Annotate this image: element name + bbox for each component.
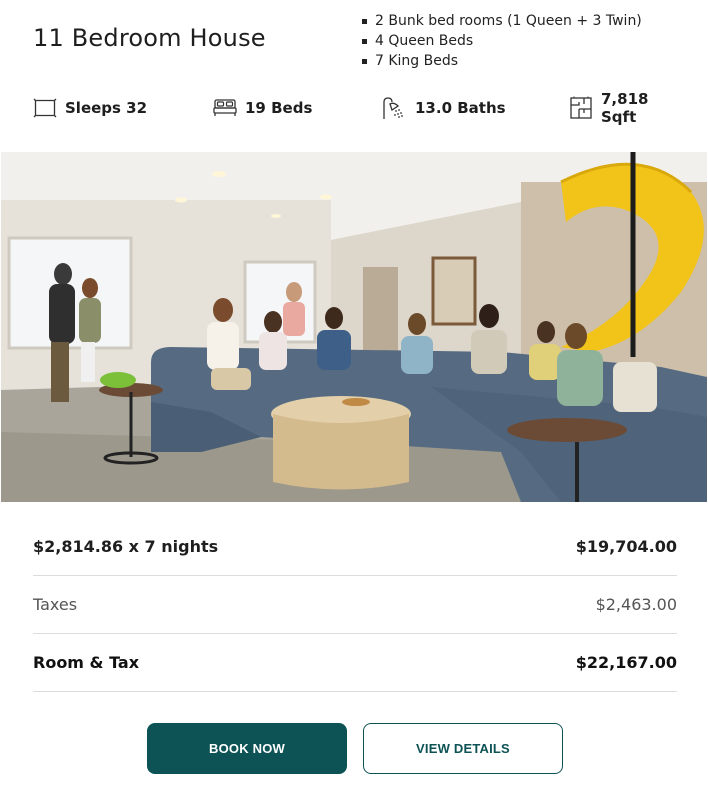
bed-details-list: 2 Bunk bed rooms (1 Queen + 3 Twin) 4 Qu… xyxy=(361,11,642,71)
bed-detail-item: 7 King Beds xyxy=(361,51,642,71)
book-now-button[interactable]: BOOK NOW xyxy=(147,723,347,774)
nightly-rate-row: $2,814.86 x 7 nights $19,704.00 xyxy=(33,518,677,576)
total-amount: $22,167.00 xyxy=(575,653,677,672)
amenity-beds: 19 Beds xyxy=(213,94,312,122)
floor-plan-icon xyxy=(569,96,593,120)
amenity-baths: 13.0 Baths xyxy=(381,94,506,122)
listing-photo[interactable] xyxy=(1,152,707,502)
total-row: Room & Tax $22,167.00 xyxy=(33,634,677,692)
amenity-sleeps: Sleeps 32 xyxy=(33,94,147,122)
bed-icon xyxy=(213,97,237,119)
taxes-row: Taxes $2,463.00 xyxy=(33,576,677,634)
listing-title: 11 Bedroom House xyxy=(33,24,266,52)
sqft-label: 7,818 Sqft xyxy=(601,90,649,126)
listing-card: 11 Bedroom House 2 Bunk bed rooms (1 Que… xyxy=(0,0,708,794)
baths-label: 13.0 Baths xyxy=(415,99,506,117)
nightly-rate-label: $2,814.86 x 7 nights xyxy=(33,537,219,556)
shower-icon xyxy=(381,96,407,120)
bed-detail-item: 2 Bunk bed rooms (1 Queen + 3 Twin) xyxy=(361,11,642,31)
amenities-bar: Sleeps 32 19 Beds 13.0 Baths 7,818 Sqft xyxy=(33,90,677,126)
total-label: Room & Tax xyxy=(33,653,140,672)
view-details-button[interactable]: VIEW DETAILS xyxy=(363,723,563,774)
bed-frame-icon xyxy=(33,97,57,119)
taxes-amount: $2,463.00 xyxy=(595,595,677,614)
bed-detail-item: 4 Queen Beds xyxy=(361,31,642,51)
pricing-summary: $2,814.86 x 7 nights $19,704.00 Taxes $2… xyxy=(33,518,677,692)
nightly-rate-amount: $19,704.00 xyxy=(575,537,677,556)
taxes-label: Taxes xyxy=(33,595,78,614)
amenity-sqft: 7,818 Sqft xyxy=(569,90,677,126)
sleeps-label: Sleeps 32 xyxy=(65,99,148,117)
beds-label: 19 Beds xyxy=(245,99,313,117)
